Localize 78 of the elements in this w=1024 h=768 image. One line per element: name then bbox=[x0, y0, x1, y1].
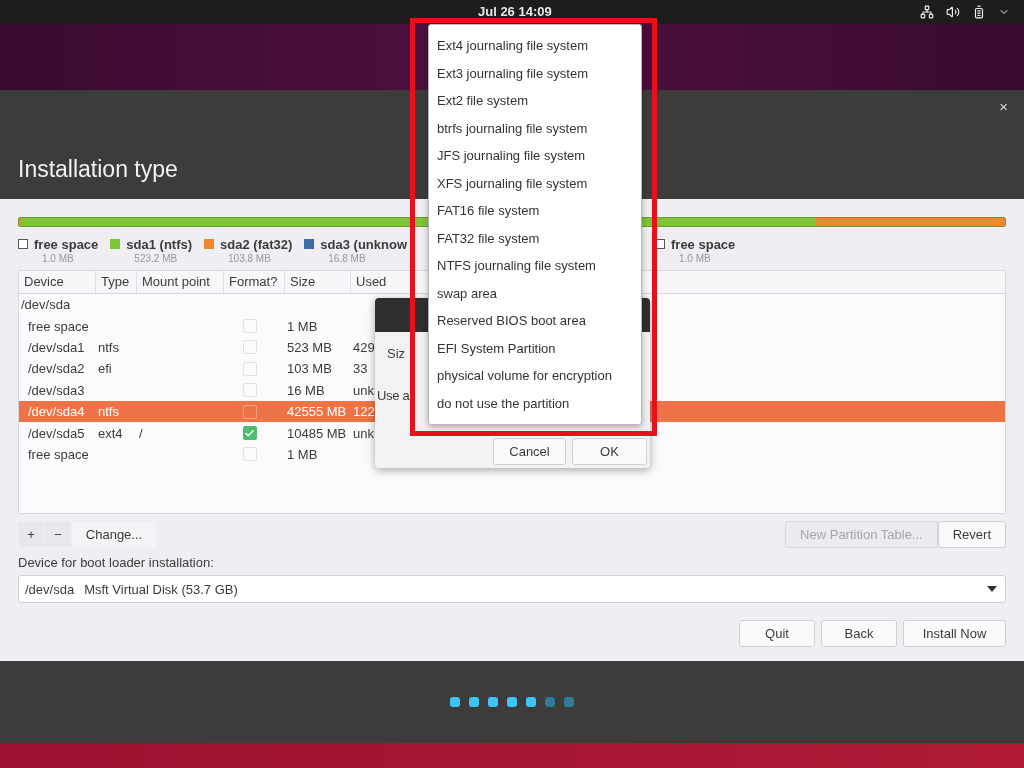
table-cell[interactable]: free space bbox=[28, 318, 89, 334]
table-cell: 10485 MB bbox=[287, 425, 347, 441]
column-header[interactable]: Size bbox=[285, 271, 351, 293]
legend-size: 16.8 MB bbox=[328, 252, 367, 264]
column-header[interactable]: Mount point bbox=[137, 271, 224, 293]
column-header[interactable]: Device bbox=[19, 271, 96, 293]
menu-item[interactable]: Ext2 file system bbox=[429, 87, 641, 115]
menu-item[interactable]: XFS journaling file system bbox=[429, 169, 641, 197]
legend-size: 523.2 MB bbox=[134, 252, 179, 264]
table-cell: 429 bbox=[353, 339, 375, 355]
menu-item[interactable]: btrfs journaling file system bbox=[429, 114, 641, 142]
table-cell[interactable]: /dev/sda2 bbox=[28, 361, 85, 377]
table-cell: 16 MB bbox=[287, 382, 325, 398]
table-cell: ext4 bbox=[98, 425, 123, 441]
table-cell: 122 bbox=[353, 404, 375, 420]
menu-item[interactable]: Ext4 journaling file system bbox=[429, 32, 641, 60]
table-cell: 1 MB bbox=[287, 318, 318, 334]
menu-item[interactable]: Reserved BIOS boot area bbox=[429, 307, 641, 335]
menu-item[interactable]: do not use the partition bbox=[429, 389, 641, 417]
action-button[interactable]: Back bbox=[821, 620, 897, 647]
action-button[interactable]: Quit bbox=[739, 620, 815, 647]
format-checkbox[interactable] bbox=[242, 404, 257, 419]
use-as-label: Use a bbox=[377, 388, 410, 403]
table-cell[interactable]: /dev/sda5 bbox=[28, 425, 85, 441]
dialog-button[interactable]: OK bbox=[572, 438, 647, 465]
format-checkbox[interactable] bbox=[242, 426, 257, 441]
close-button[interactable]: × bbox=[995, 98, 1012, 115]
change-button[interactable]: Change... bbox=[72, 522, 156, 547]
add-button[interactable]: + bbox=[18, 522, 44, 547]
table-cell: / bbox=[139, 425, 143, 441]
menu-item[interactable]: physical volume for encryption bbox=[429, 362, 641, 390]
action-button[interactable]: Install Now bbox=[903, 620, 1006, 647]
network-icon[interactable] bbox=[920, 5, 934, 19]
menu-item[interactable]: Ext3 journaling file system bbox=[429, 59, 641, 87]
dropdown-arrow-icon bbox=[987, 586, 997, 592]
volume-icon[interactable] bbox=[946, 5, 960, 19]
table-cell: 523 MB bbox=[287, 339, 332, 355]
clock[interactable]: Jul 26 14:09 bbox=[478, 4, 552, 19]
legend-size: 103.8 MB bbox=[228, 252, 272, 264]
window-title: Installation type bbox=[18, 156, 178, 183]
table-cell: unk bbox=[353, 425, 374, 441]
legend-label: free space bbox=[34, 236, 99, 252]
table-cell: efi bbox=[98, 361, 112, 377]
table-cell: ntfs bbox=[98, 339, 119, 355]
table-cell: unk bbox=[353, 382, 374, 398]
menu-item[interactable]: JFS journaling file system bbox=[429, 142, 641, 170]
table-cell[interactable]: /dev/sda bbox=[21, 297, 71, 313]
size-label: Siz bbox=[387, 346, 406, 361]
table-cell: 1 MB bbox=[287, 446, 318, 462]
table-cell[interactable]: /dev/sda3 bbox=[28, 382, 85, 398]
field-label: Device for boot loader installation: bbox=[18, 555, 215, 570]
column-header[interactable]: Type bbox=[96, 271, 137, 293]
table-cell[interactable]: /dev/sda1 bbox=[28, 339, 85, 355]
table-cell[interactable]: free space bbox=[28, 446, 89, 462]
disk-description: Msft Virtual Disk (53.7 GB) bbox=[84, 581, 238, 597]
revert-button[interactable]: Revert bbox=[937, 521, 1006, 548]
menu-item[interactable]: EFI System Partition bbox=[429, 334, 641, 362]
legend-label: sda2 (fat32) bbox=[220, 236, 293, 252]
legend-size: 1.0 MB bbox=[42, 252, 75, 264]
table-cell: 33 bbox=[353, 361, 368, 377]
table-cell: 42555 MB bbox=[287, 404, 347, 420]
table-cell: 103 MB bbox=[287, 361, 332, 377]
menu-item[interactable]: NTFS journaling file system bbox=[429, 252, 641, 280]
legend-label: sda3 (unknow bbox=[320, 236, 407, 252]
menu-item[interactable]: FAT32 file system bbox=[429, 224, 641, 252]
column-header[interactable]: Format? bbox=[224, 271, 285, 293]
remove-button[interactable]: − bbox=[45, 522, 71, 547]
dialog-button[interactable]: Cancel bbox=[493, 438, 566, 465]
table-cell: ntfs bbox=[98, 404, 119, 420]
menu-item[interactable]: swap area bbox=[429, 279, 641, 307]
menu-item[interactable]: FAT16 file system bbox=[429, 197, 641, 225]
legend-size: 1.0 MB bbox=[679, 252, 712, 264]
boot-loader-dropdown[interactable]: /dev/sda Msft Virtual Disk (53.7 GB) bbox=[18, 575, 1006, 603]
legend-label: free space bbox=[671, 236, 736, 252]
legend-label: sda1 (ntfs) bbox=[126, 236, 193, 252]
device-text: /dev/sda bbox=[25, 581, 75, 597]
column-header[interactable]: Used bbox=[351, 271, 411, 293]
battery-icon[interactable] bbox=[972, 5, 986, 19]
